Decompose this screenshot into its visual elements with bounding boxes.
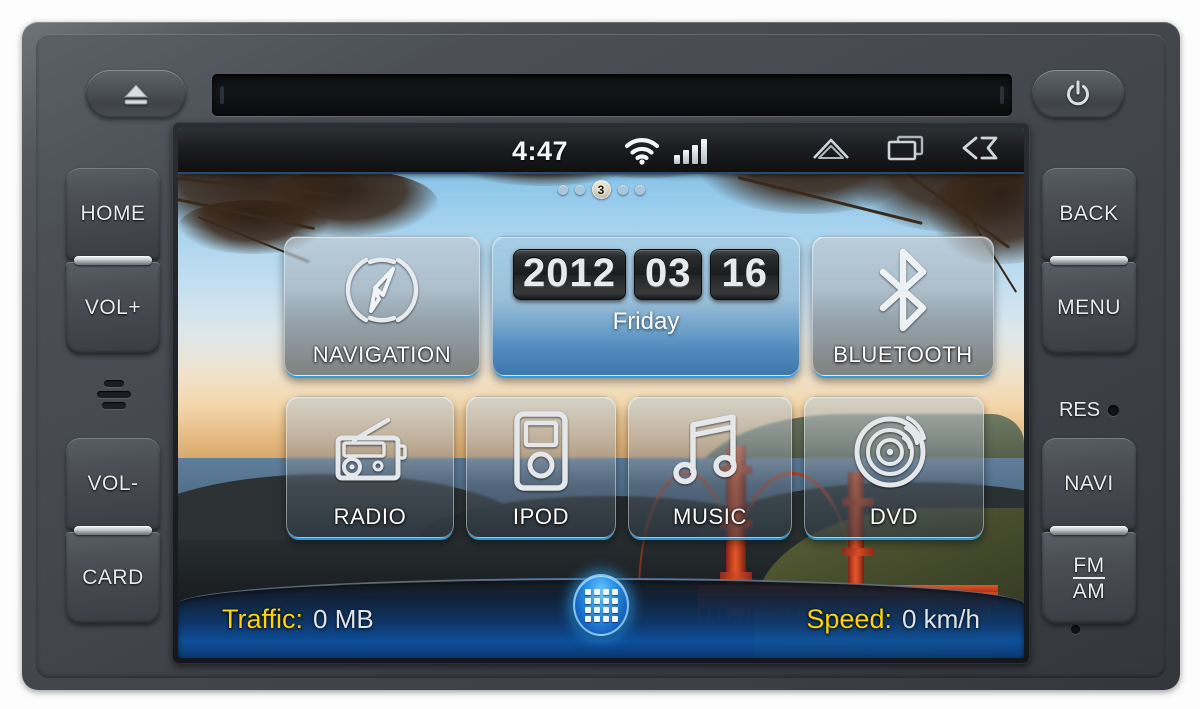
hardware-button-menu[interactable]: MENU [1042, 262, 1136, 354]
date-weekday: Friday [612, 308, 680, 335]
hardware-button-volume-up-label: VOL+ [84, 296, 142, 320]
speed-stat: Speed: 0 km/h [806, 604, 980, 635]
traffic-label: Traffic: [222, 603, 304, 634]
microphone-pinhole [1071, 625, 1080, 634]
speaker-grille [96, 380, 132, 414]
top-control-bar [36, 34, 1166, 118]
disc-icon [805, 397, 983, 504]
page-dot-1[interactable] [557, 184, 568, 195]
traffic-stat: Traffic: 0 MB [222, 604, 374, 635]
back-icon[interactable] [960, 134, 1002, 167]
hardware-button-back-label: BACK [1059, 202, 1119, 226]
hardware-button-card-label: CARD [82, 566, 144, 590]
hardware-button-fm-label: FM [1073, 553, 1105, 579]
tile-dvd[interactable]: DVD [804, 396, 984, 538]
compass-icon [285, 237, 479, 342]
page-dot-2[interactable] [574, 184, 585, 195]
date-digit-group: 2012 03 16 [513, 249, 779, 300]
page-dot-4[interactable] [617, 184, 628, 195]
tile-navigation[interactable]: NAVIGATION [284, 236, 480, 376]
device-front-panel: HOME VOL+ VOL- CARD BACK MENU RES NAVI F… [36, 34, 1166, 678]
app-drawer-grid-icon [584, 588, 618, 622]
tile-navigation-label: NAVIGATION [312, 342, 452, 367]
date-widget[interactable]: 2012 03 16 Friday [492, 236, 800, 376]
traffic-value: 0 MB [313, 603, 374, 634]
speed-value: 0 km/h [901, 603, 980, 634]
ipod-icon [467, 397, 615, 504]
hardware-button-menu-label: MENU [1057, 296, 1121, 320]
tile-ipod[interactable]: IPOD [466, 396, 616, 538]
android-status-bar: 4:47 [178, 128, 1024, 174]
page-dot-5[interactable] [634, 184, 645, 195]
wifi-icon [624, 137, 660, 170]
tile-bluetooth[interactable]: BLUETOOTH [812, 236, 994, 376]
tile-music-label: MUSIC [673, 504, 747, 529]
date-year: 2012 [513, 249, 626, 300]
reset-pinhole[interactable] [1108, 404, 1120, 416]
page-dot-current[interactable]: 3 [591, 180, 611, 199]
power-button[interactable] [1032, 70, 1124, 118]
eject-icon [123, 84, 149, 105]
chrome-divider-strip-right-upper [1050, 256, 1128, 265]
recent-apps-icon[interactable] [886, 134, 926, 167]
hardware-button-card[interactable]: CARD [66, 532, 160, 624]
hardware-button-navi-label: NAVI [1064, 472, 1114, 496]
radio-icon [287, 397, 453, 504]
chrome-divider-strip-left-upper [74, 256, 152, 265]
tile-radio[interactable]: RADIO [286, 396, 454, 538]
status-bar-clock: 4:47 [512, 136, 569, 166]
eject-button[interactable] [86, 70, 186, 118]
touchscreen-display[interactable]: 4:47 3 NAVIGATION 2012 03 16 Friday BLUE… [178, 128, 1024, 658]
date-day: 16 [710, 249, 779, 300]
tile-radio-label: RADIO [333, 504, 407, 529]
reset-group: RES [1042, 392, 1136, 428]
disc-slot[interactable] [212, 74, 1012, 116]
hardware-button-volume-up[interactable]: VOL+ [66, 262, 160, 354]
hardware-button-home[interactable]: HOME [66, 168, 160, 260]
page-indicator: 3 [178, 180, 1024, 199]
speed-label: Speed: [806, 603, 892, 634]
screen-bezel: 4:47 3 NAVIGATION 2012 03 16 Friday BLUE… [172, 122, 1030, 664]
signal-bars-icon [674, 138, 707, 164]
tile-music[interactable]: MUSIC [628, 396, 792, 538]
tile-ipod-label: IPOD [512, 504, 570, 529]
date-month: 03 [633, 249, 703, 300]
reset-label: RES [1058, 398, 1101, 421]
car-head-unit-device: HOME VOL+ VOL- CARD BACK MENU RES NAVI F… [22, 22, 1180, 690]
home-icon[interactable] [810, 134, 852, 167]
hardware-button-volume-down-label: VOL- [87, 472, 139, 496]
hardware-button-fm-am[interactable]: FM AM [1042, 532, 1136, 624]
chrome-divider-strip-right-lower [1050, 526, 1128, 535]
status-bar-nav-icons [810, 134, 1002, 167]
chrome-divider-strip-left-lower [74, 526, 152, 535]
power-icon [1067, 80, 1089, 106]
tile-dvd-label: DVD [869, 504, 919, 529]
hardware-button-am-label: AM [1072, 579, 1106, 603]
hardware-button-home-label: HOME [80, 202, 146, 226]
hardware-button-volume-down[interactable]: VOL- [66, 438, 160, 530]
hardware-button-back[interactable]: BACK [1042, 168, 1136, 260]
app-drawer-button[interactable] [573, 574, 629, 636]
bluetooth-icon [813, 237, 993, 342]
hardware-button-navi[interactable]: NAVI [1042, 438, 1136, 530]
music-note-icon [629, 397, 791, 504]
tile-bluetooth-label: BLUETOOTH [833, 342, 973, 367]
